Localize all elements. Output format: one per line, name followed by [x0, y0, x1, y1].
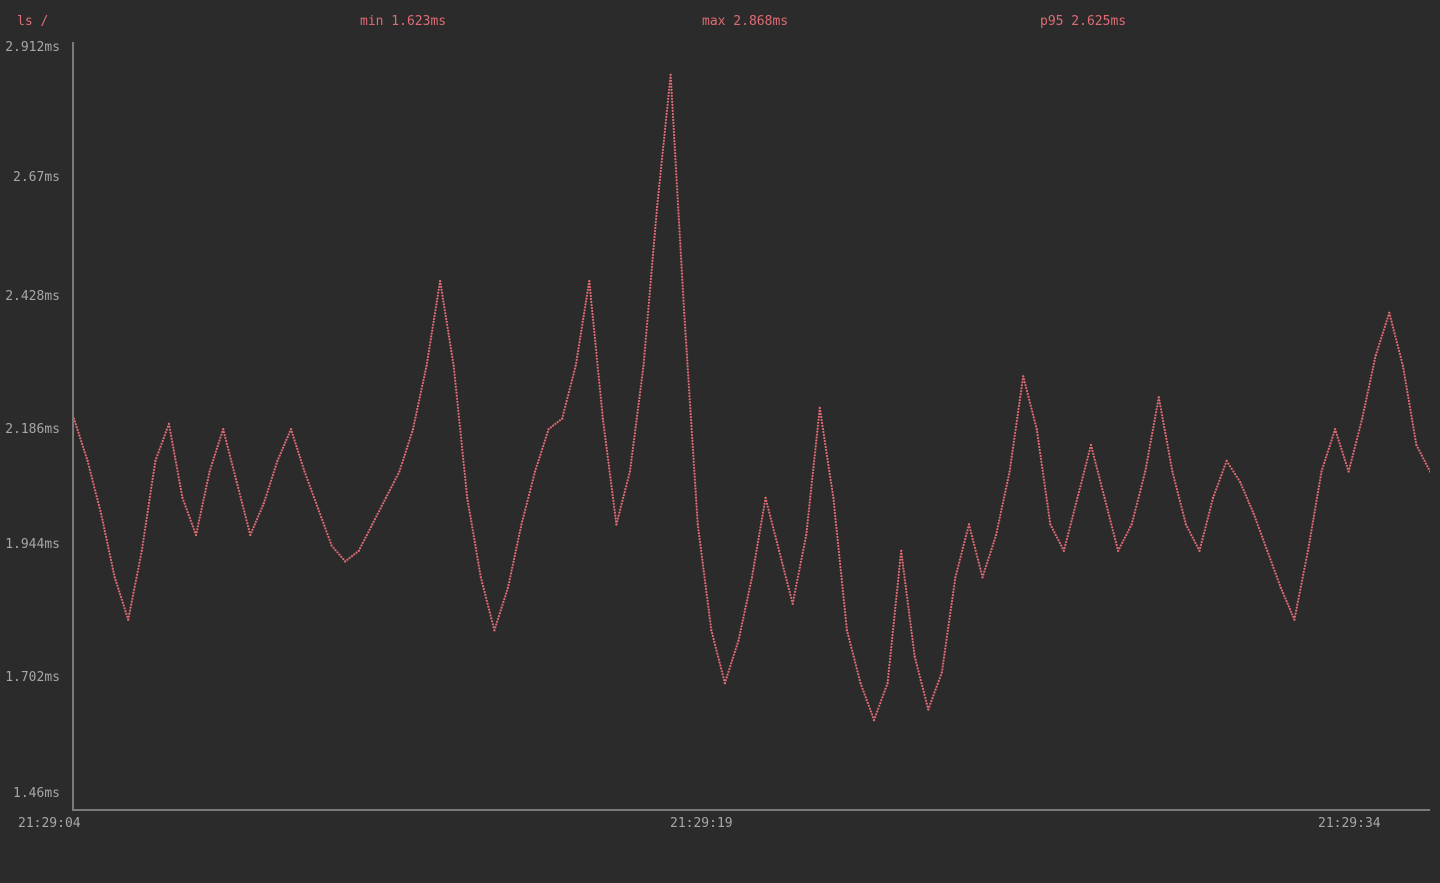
stat-p95: p95 2.625ms — [1040, 14, 1126, 29]
x-tick-label: 21:29:04 — [18, 816, 81, 831]
y-tick-label: 1.702ms — [0, 670, 64, 685]
y-tick-label: 1.46ms — [0, 786, 64, 801]
x-tick-label: 21:29:19 — [670, 816, 733, 831]
y-tick-label: 1.944ms — [0, 537, 64, 552]
y-tick-label: 2.912ms — [0, 40, 64, 55]
chart-root: ls / min 1.623ms max 2.868ms p95 2.625ms… — [0, 0, 1440, 883]
y-tick-label: 2.67ms — [0, 170, 64, 185]
series-line — [74, 74, 1430, 722]
stat-max: max 2.868ms — [702, 14, 788, 29]
y-tick-label: 2.428ms — [0, 289, 64, 304]
chart-title: ls / — [17, 14, 48, 29]
chart-header: ls / min 1.623ms max 2.868ms p95 2.625ms — [0, 0, 1440, 32]
chart-plot-area — [74, 42, 1430, 810]
y-tick-label: 2.186ms — [0, 422, 64, 437]
stat-min: min 1.623ms — [360, 14, 446, 29]
x-tick-label: 21:29:34 — [1318, 816, 1381, 831]
